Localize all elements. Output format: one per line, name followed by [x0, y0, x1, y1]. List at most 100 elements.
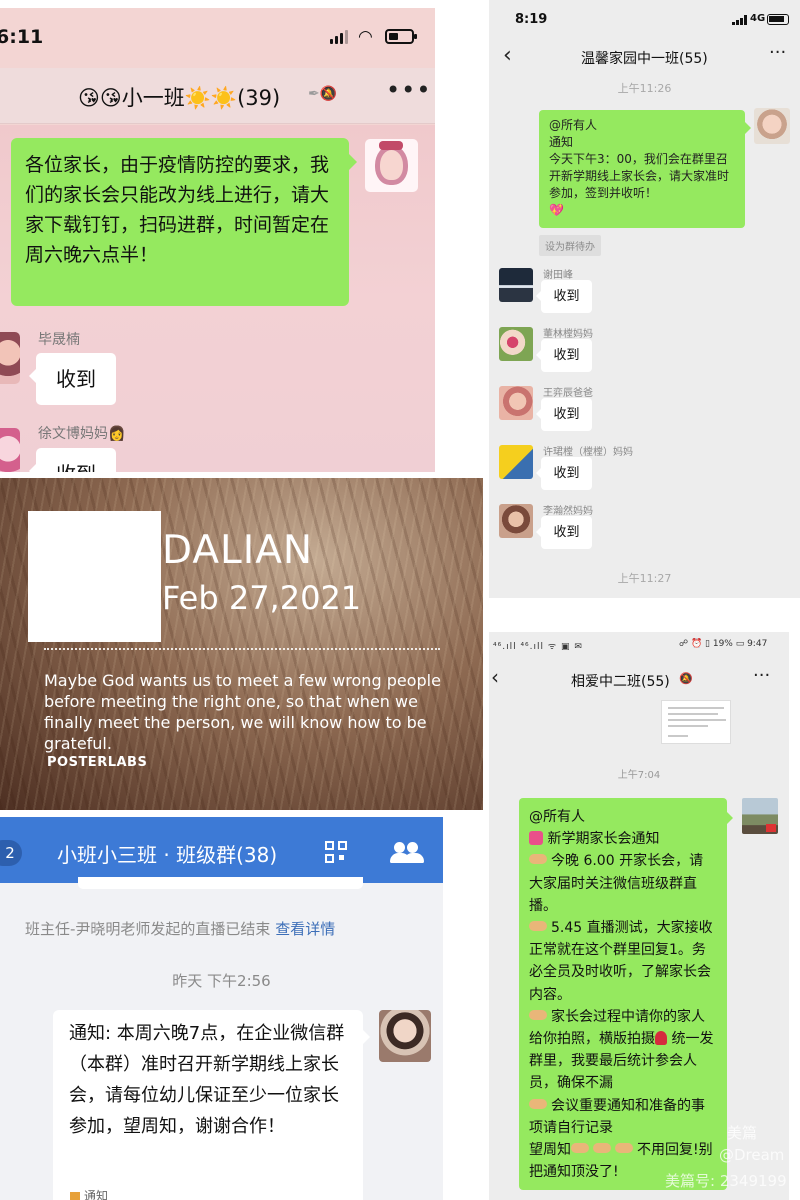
- message-line: 今晚 6.00 开家长会，请大家届时关注微信班级群直播。: [529, 850, 717, 917]
- more-icon[interactable]: •••: [386, 76, 431, 104]
- chat-header: 😘😘小一班☀️☀️(39) ✒🔕 •••: [0, 68, 435, 124]
- chat-title[interactable]: 相爱中二班(55): [571, 671, 670, 691]
- pointing-hand-icon: [529, 921, 547, 932]
- chat-header: ‹ 相爱中二班(55) 🔕 ···: [489, 662, 789, 696]
- chat-title[interactable]: 小班小三班 · 班级群(38): [57, 839, 277, 868]
- pointing-hand-icon: [529, 1009, 547, 1020]
- heart-icon: [529, 831, 543, 846]
- pointing-hand-icon: [593, 1143, 611, 1154]
- more-icon[interactable]: ···: [753, 665, 770, 686]
- status-time: 6:11: [0, 26, 44, 48]
- sender-name: 许珺樘（樘樘）妈妈: [543, 447, 633, 458]
- timestamp: 上午11:26: [617, 82, 672, 95]
- avatar[interactable]: [499, 504, 533, 538]
- watermark-id: 美篇号: 2349199: [665, 1172, 787, 1190]
- unread-badge[interactable]: 2: [0, 840, 22, 866]
- avatar[interactable]: [0, 428, 20, 472]
- reply-bubble[interactable]: 收到: [536, 280, 592, 313]
- chat-screenshot-android: ⁴⁶.ıll ⁴⁶.ıll ᯤ ▣ ✉ ☍ ⏰ ▯ 19% ▭ 9:47 ‹ 相…: [489, 632, 789, 1200]
- system-message: 班主任-尹晓明老师发起的直播已结束 查看详情: [25, 918, 335, 939]
- sender-name: 谢田峰: [543, 270, 573, 281]
- previous-message-edge: [78, 877, 363, 889]
- signal-icon: [732, 15, 748, 25]
- message-line-text: 5.45 直播测试，大家接收正常就在这个群里回复1。务必全员及时收听，了解家长会…: [529, 920, 713, 1003]
- reply-bubble[interactable]: 收到: [536, 457, 592, 490]
- avatar[interactable]: [499, 445, 533, 479]
- avatar[interactable]: [379, 1010, 431, 1062]
- avatar[interactable]: [499, 268, 533, 302]
- avatar[interactable]: [754, 108, 790, 144]
- timestamp: 昨天 下午2:56: [172, 972, 271, 990]
- quote-poster: DALIAN Feb 27,2021 Maybe God wants us to…: [0, 478, 483, 810]
- set-group-todo-button[interactable]: 设为群待办: [539, 235, 601, 256]
- avatar[interactable]: [499, 327, 533, 361]
- megaphone-icon: [70, 1192, 80, 1200]
- watermark-logo: 美篇: [727, 1124, 758, 1142]
- watermark-author: @Dream: [719, 1146, 785, 1164]
- notice-label: 通知: [70, 1187, 108, 1200]
- wifi-icon: ◠: [358, 27, 373, 47]
- qr-code-icon[interactable]: [325, 841, 349, 865]
- network-label: 4G: [750, 13, 766, 24]
- message-line: 新学期家长会通知: [529, 828, 717, 850]
- avatar[interactable]: [365, 139, 418, 192]
- message-line-text: 望周知: [529, 1142, 571, 1159]
- message-bubble[interactable]: @所有人 通知 今天下午3：00，我们会在群里召开新学期线上家长会，请大家准时参…: [539, 110, 751, 228]
- poster-quote: Maybe God wants us to meet a few wrong p…: [44, 671, 441, 753]
- avatar[interactable]: [742, 798, 778, 834]
- chat-header: ‹ 温馨家园中一班(55) ···: [489, 40, 800, 76]
- reply-bubble[interactable]: 收到: [29, 448, 116, 472]
- timestamp: 上午11:27: [617, 572, 672, 585]
- back-icon[interactable]: ‹: [491, 665, 499, 689]
- reply-bubble[interactable]: 收到: [29, 353, 116, 405]
- battery-icon: [767, 14, 789, 25]
- list-item: 王弈辰爸爸 收到: [499, 386, 789, 438]
- chat-area: 各位家长，由于疫情防控的要求，我们的家长会只能改为线上进行，请大家下载钉钉，扫码…: [0, 125, 435, 472]
- message-bubble[interactable]: 各位家长，由于疫情防控的要求，我们的家长会只能改为线上进行，请大家下载钉钉，扫码…: [11, 138, 357, 306]
- chat-screenshot-class-1: 6:11 ◠ 😘😘小一班☀️☀️(39) ✒🔕 ••• 各位家长，由于疫情防控的…: [0, 8, 435, 472]
- message-line: @所有人: [529, 809, 585, 825]
- chat-title[interactable]: 😘😘小一班☀️☀️(39): [78, 82, 280, 112]
- poster-brand: POSTERLABS: [47, 755, 148, 770]
- status-left: ⁴⁶.ıll ⁴⁶.ıll ᯤ ▣ ✉: [493, 642, 583, 652]
- notice-text: 通知: [84, 1189, 109, 1200]
- message-line-text: 新学期家长会通知: [547, 831, 660, 848]
- list-item: 许珺樘（樘樘）妈妈 收到: [499, 445, 789, 497]
- poster-city: DALIAN: [162, 528, 314, 573]
- status-bar: ⁴⁶.ıll ⁴⁶.ıll ᯤ ▣ ✉ ☍ ⏰ ▯ 19% ▭ 9:47: [489, 632, 789, 660]
- reply-bubble[interactable]: 收到: [536, 398, 592, 431]
- avatar[interactable]: [499, 386, 533, 420]
- message-bubble[interactable]: @所有人 新学期家长会通知 今晚 6.00 开家长会，请大家届时关注微信班级群直…: [519, 798, 733, 1190]
- reply-bubble[interactable]: 收到: [536, 339, 592, 372]
- back-icon[interactable]: ‹: [503, 43, 512, 68]
- chat-header: 2 小班小三班 · 班级群(38): [0, 817, 443, 883]
- image-thumbnail[interactable]: [661, 700, 731, 744]
- sender-name: 董林樘妈妈: [543, 329, 593, 340]
- message-bubble[interactable]: 通知: 本周六晚7点，在企业微信群（本群）准时召开新学期线上家长会，请每位幼儿保…: [53, 1010, 370, 1200]
- status-bar: 8:19 4G: [489, 0, 800, 40]
- rose-icon: [655, 1031, 667, 1046]
- more-icon[interactable]: ···: [769, 42, 786, 63]
- dotted-divider: [44, 648, 440, 650]
- mute-icon: 🔕: [679, 672, 693, 685]
- status-time: 8:19: [515, 12, 548, 27]
- status-right: ☍ ⏰ ▯ 19% ▭ 9:47: [679, 639, 768, 649]
- chat-screenshot-middle-1: 8:19 4G ‹ 温馨家园中一班(55) ··· 上午11:26 @所有人 通…: [489, 0, 800, 598]
- reply-bubble[interactable]: 收到: [536, 516, 592, 549]
- message-line-text: 会议重要通知和准备的事项请自行记录: [529, 1097, 705, 1136]
- pointing-hand-icon: [529, 1098, 547, 1109]
- members-icon[interactable]: [390, 841, 424, 865]
- battery-icon: [385, 29, 417, 44]
- heart-emoji: 💖: [549, 203, 564, 217]
- pointing-hand-icon: [615, 1143, 633, 1154]
- signal-icon: [330, 30, 348, 44]
- list-item: 董林樘妈妈 收到: [499, 327, 789, 379]
- system-message-text: 班主任-尹晓明老师发起的直播已结束: [25, 920, 271, 938]
- sender-name: 王弈辰爸爸: [543, 388, 593, 399]
- message-line: @所有人: [549, 118, 598, 132]
- pointing-hand-icon: [571, 1143, 589, 1154]
- avatar[interactable]: [0, 332, 20, 384]
- chat-title[interactable]: 温馨家园中一班(55): [581, 48, 708, 68]
- view-details-link[interactable]: 查看详情: [275, 920, 335, 938]
- timestamp: 上午7:04: [617, 770, 661, 781]
